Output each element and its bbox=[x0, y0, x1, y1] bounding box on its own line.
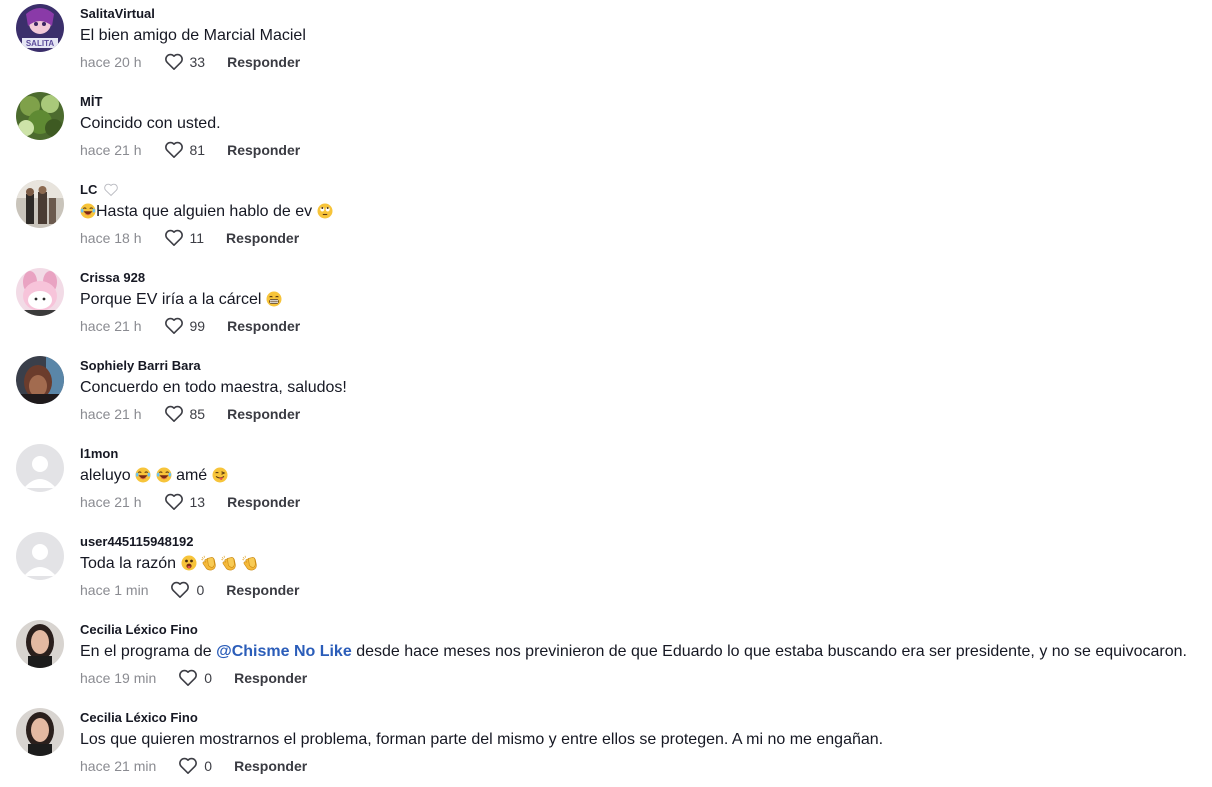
like-button[interactable]: 85 bbox=[164, 404, 206, 424]
like-count: 13 bbox=[189, 494, 206, 510]
like-button[interactable]: 99 bbox=[164, 316, 206, 336]
username[interactable]: Sophiely Barri Bara bbox=[80, 358, 201, 374]
heart-outline-icon bbox=[164, 228, 184, 248]
avatar[interactable] bbox=[16, 356, 64, 404]
heart-outline-icon bbox=[170, 580, 190, 600]
heart-outline-icon bbox=[164, 140, 184, 160]
clapping-hands-emoji-icon bbox=[201, 555, 217, 571]
comment-text: Coincido con usted. bbox=[80, 115, 221, 132]
username[interactable]: Cecilia Léxico Fino bbox=[80, 622, 198, 638]
eye-roll-emoji-icon bbox=[317, 203, 333, 219]
like-count: 99 bbox=[189, 318, 206, 334]
timestamp: hace 1 min bbox=[80, 582, 149, 598]
comment-item: Sophiely Barri Bara Concuerdo en todo ma… bbox=[0, 352, 1212, 440]
comment-item: l1mon aleluyo amé hace 21 h 13 Responder bbox=[0, 440, 1212, 528]
reply-button[interactable]: Responder bbox=[227, 52, 300, 72]
white-heart-icon bbox=[103, 183, 119, 197]
heart-outline-icon bbox=[178, 756, 198, 776]
timestamp: hace 18 h bbox=[80, 230, 142, 246]
comment-item: SALITA SalitaVirtual El bien amigo de Ma… bbox=[0, 0, 1212, 88]
username[interactable]: SalitaVirtual bbox=[80, 6, 155, 22]
like-button[interactable]: 0 bbox=[178, 756, 212, 776]
mention-link[interactable]: @Chisme No Like bbox=[216, 643, 352, 660]
reply-button[interactable]: Responder bbox=[234, 668, 307, 688]
timestamp: hace 21 h bbox=[80, 406, 142, 422]
comment-item: LC Hasta que alguien hablo de ev hace 18… bbox=[0, 176, 1212, 264]
comment-text: Porque EV iría a la cárcel bbox=[80, 291, 262, 308]
like-count: 33 bbox=[189, 54, 206, 70]
like-count: 85 bbox=[189, 406, 206, 422]
comment-text: amé bbox=[176, 467, 208, 484]
comment-item: Cecilia Léxico Fino En el programa de @C… bbox=[0, 616, 1212, 704]
clapping-hands-emoji-icon bbox=[221, 555, 237, 571]
avatar[interactable] bbox=[16, 708, 64, 756]
heart-outline-icon bbox=[164, 316, 184, 336]
reply-button[interactable]: Responder bbox=[227, 316, 300, 336]
username[interactable]: user445115948192 bbox=[80, 534, 194, 550]
comment-text: Hasta que alguien hablo de ev bbox=[96, 203, 313, 220]
avatar[interactable] bbox=[16, 92, 64, 140]
default-avatar-icon bbox=[16, 444, 64, 492]
avatar[interactable] bbox=[16, 268, 64, 316]
avatar[interactable] bbox=[16, 444, 64, 492]
like-button[interactable]: 81 bbox=[164, 140, 206, 160]
heart-outline-icon bbox=[178, 668, 198, 688]
heart-outline-icon bbox=[164, 52, 184, 72]
timestamp: hace 21 h bbox=[80, 142, 142, 158]
comment-text: aleluyo bbox=[80, 467, 131, 484]
timestamp: hace 20 h bbox=[80, 54, 142, 70]
default-avatar-icon bbox=[16, 532, 64, 580]
username[interactable]: Crissa 928 bbox=[80, 270, 145, 286]
laughing-emoji-icon bbox=[80, 203, 96, 219]
grin-emoji-icon bbox=[266, 291, 282, 307]
comment-text: desde hace meses nos previnieron de que … bbox=[356, 643, 1187, 660]
timestamp: hace 21 h bbox=[80, 318, 142, 334]
like-count: 0 bbox=[196, 582, 205, 598]
like-button[interactable]: 0 bbox=[178, 668, 212, 688]
username[interactable]: LC bbox=[80, 182, 97, 198]
comment-text: El bien amigo de Marcial Maciel bbox=[80, 27, 306, 44]
heart-outline-icon bbox=[164, 404, 184, 424]
like-count: 0 bbox=[204, 758, 213, 774]
username[interactable]: Cecilia Léxico Fino bbox=[80, 710, 198, 726]
heart-outline-icon bbox=[164, 492, 184, 512]
avatar[interactable] bbox=[16, 180, 64, 228]
username[interactable]: l1mon bbox=[80, 446, 118, 462]
timestamp: hace 21 min bbox=[80, 758, 157, 774]
like-count: 81 bbox=[189, 142, 206, 158]
comment-text: En el programa de bbox=[80, 643, 212, 660]
comment-text: Los que quieren mostrarnos el problema, … bbox=[80, 731, 884, 748]
like-button[interactable]: 11 bbox=[164, 228, 205, 248]
reply-button[interactable]: Responder bbox=[227, 492, 300, 512]
comment-list: SALITA SalitaVirtual El bien amigo de Ma… bbox=[0, 0, 1212, 787]
comment-item: user445115948192 Toda la razón hace 1 mi… bbox=[0, 528, 1212, 616]
reply-button[interactable]: Responder bbox=[234, 756, 307, 776]
like-button[interactable]: 0 bbox=[170, 580, 204, 600]
username[interactable]: MİT bbox=[80, 94, 102, 110]
laughing-emoji-icon bbox=[135, 467, 151, 483]
avatar[interactable] bbox=[16, 532, 64, 580]
timestamp: hace 21 h bbox=[80, 494, 142, 510]
tongue-emoji-icon bbox=[212, 467, 228, 483]
comment-item: MİT Coincido con usted. hace 21 h 81 Res… bbox=[0, 88, 1212, 176]
like-button[interactable]: 13 bbox=[164, 492, 206, 512]
comment-item: Crissa 928 Porque EV iría a la cárcel ha… bbox=[0, 264, 1212, 352]
like-button[interactable]: 33 bbox=[164, 52, 206, 72]
laughing-emoji-icon bbox=[156, 467, 172, 483]
timestamp: hace 19 min bbox=[80, 670, 157, 686]
comment-item: Cecilia Léxico Fino Los que quieren most… bbox=[0, 704, 1212, 787]
reply-button[interactable]: Responder bbox=[226, 580, 299, 600]
comment-text: Toda la razón bbox=[80, 555, 177, 572]
avatar[interactable]: SALITA bbox=[16, 4, 64, 52]
surprised-emoji-icon bbox=[181, 555, 197, 571]
comment-text: Concuerdo en todo maestra, saludos! bbox=[80, 379, 347, 396]
reply-button[interactable]: Responder bbox=[227, 404, 300, 424]
like-count: 11 bbox=[189, 230, 205, 246]
like-count: 0 bbox=[204, 670, 213, 686]
clapping-hands-emoji-icon bbox=[242, 555, 258, 571]
avatar[interactable] bbox=[16, 620, 64, 668]
reply-button[interactable]: Responder bbox=[226, 228, 299, 248]
svg-text:SALITA: SALITA bbox=[26, 39, 55, 48]
reply-button[interactable]: Responder bbox=[227, 140, 300, 160]
